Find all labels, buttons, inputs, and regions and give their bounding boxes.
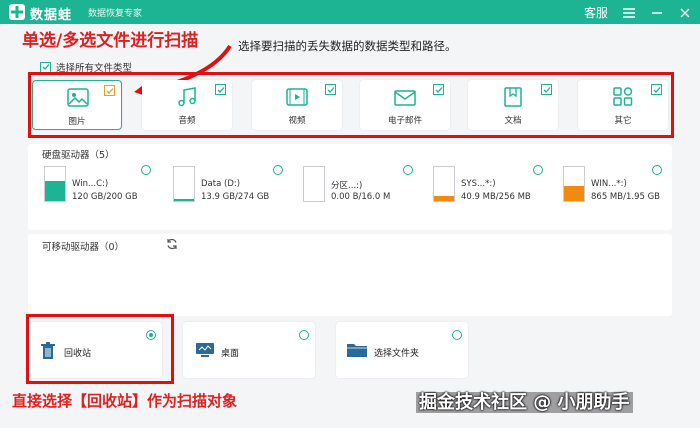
- removable-drive-title: 可移动驱动器（0）: [42, 242, 125, 253]
- drive-name: Win...C:): [72, 179, 109, 189]
- file-type-label: 电子邮件: [387, 116, 422, 126]
- file-type-image[interactable]: 图片: [32, 80, 122, 130]
- image-icon: [67, 88, 89, 107]
- document-icon: [504, 87, 522, 107]
- checkbox-icon[interactable]: [325, 84, 336, 95]
- customer-service-link[interactable]: 客服: [584, 4, 608, 21]
- file-type-label: 文档: [504, 116, 522, 126]
- checkbox-icon[interactable]: [541, 84, 552, 95]
- checkbox-icon[interactable]: [104, 85, 115, 96]
- drive-size: 120 GB/200 GB: [72, 192, 138, 202]
- drive-radio[interactable]: [273, 165, 283, 175]
- instruction-text: 选择要扫描的丢失数据的数据类型和路径。: [238, 39, 457, 53]
- removable-drive-section: [28, 234, 672, 316]
- file-type-video[interactable]: 视频: [252, 80, 342, 130]
- title-bar: 数据蛙 数据恢复专家 客服: [0, 0, 700, 24]
- checkbox-icon[interactable]: [433, 84, 444, 95]
- drive-item[interactable]: WIN...*:) 865 MB/1.95 GB: [563, 166, 683, 206]
- drive-name: SYS...*:): [461, 179, 496, 189]
- file-type-email[interactable]: 电子邮件: [360, 80, 450, 130]
- app-subtitle: 数据恢复专家: [88, 9, 143, 19]
- drive-icon: [303, 166, 325, 202]
- refresh-icon[interactable]: [166, 238, 178, 250]
- hard-drive-title: 硬盘驱动器（5）: [42, 150, 115, 161]
- drive-size: 13.9 GB/274 GB: [201, 192, 270, 202]
- location-label: 选择文件夹: [374, 349, 420, 359]
- file-type-other[interactable]: 其它: [578, 80, 668, 130]
- app-logo-icon: [9, 4, 25, 20]
- mail-icon: [394, 90, 416, 106]
- annotation-box-recycle: [26, 314, 174, 384]
- app-title: 数据蛙: [30, 8, 73, 23]
- desktop-icon: [196, 343, 214, 357]
- drive-name: WIN...*:): [591, 179, 627, 189]
- drive-size: 865 MB/1.95 GB: [591, 192, 661, 202]
- minimize-icon[interactable]: [650, 6, 664, 20]
- close-icon[interactable]: [678, 6, 692, 20]
- location-desktop[interactable]: 桌面: [183, 322, 315, 378]
- watermark: 掘金技术社区 @ 小朋助手: [416, 388, 633, 414]
- drive-size: 40.9 MB/256 MB: [461, 192, 531, 202]
- drive-radio[interactable]: [403, 165, 413, 175]
- drive-radio[interactable]: [652, 165, 662, 175]
- video-icon: [286, 88, 308, 106]
- file-type-label: 音频: [178, 116, 196, 126]
- checkbox-icon[interactable]: [215, 84, 226, 95]
- checkbox-icon[interactable]: [651, 84, 662, 95]
- drive-icon: [563, 166, 585, 202]
- location-label: 桌面: [221, 349, 240, 359]
- location-radio[interactable]: [452, 330, 462, 340]
- file-type-document[interactable]: 文档: [468, 80, 558, 130]
- location-radio[interactable]: [299, 330, 309, 340]
- file-type-label: 图片: [68, 117, 86, 127]
- other-icon: [613, 87, 633, 106]
- drive-icon: [44, 166, 66, 202]
- drive-icon: [173, 166, 195, 202]
- drive-radio[interactable]: [533, 165, 543, 175]
- location-choose-folder[interactable]: 选择文件夹: [336, 322, 468, 378]
- drive-name: Data (D:): [201, 179, 241, 189]
- menu-icon[interactable]: [622, 6, 636, 20]
- checkbox-icon: [40, 61, 51, 73]
- annotation-bottom: 直接选择【回收站】作为扫描对象: [12, 392, 238, 410]
- file-type-label: 其它: [614, 116, 632, 126]
- file-type-audio[interactable]: 音频: [142, 80, 232, 130]
- file-type-label: 视频: [288, 116, 306, 126]
- watermark-text: 掘金技术社区 @ 小朋助手: [416, 392, 633, 413]
- folder-icon: [347, 344, 367, 357]
- drive-icon: [433, 166, 455, 202]
- music-icon: [178, 87, 196, 107]
- drive-size: 0.00 B/16.0 M: [331, 192, 391, 202]
- drive-radio[interactable]: [141, 165, 151, 175]
- drive-name: 分区...:): [331, 181, 363, 191]
